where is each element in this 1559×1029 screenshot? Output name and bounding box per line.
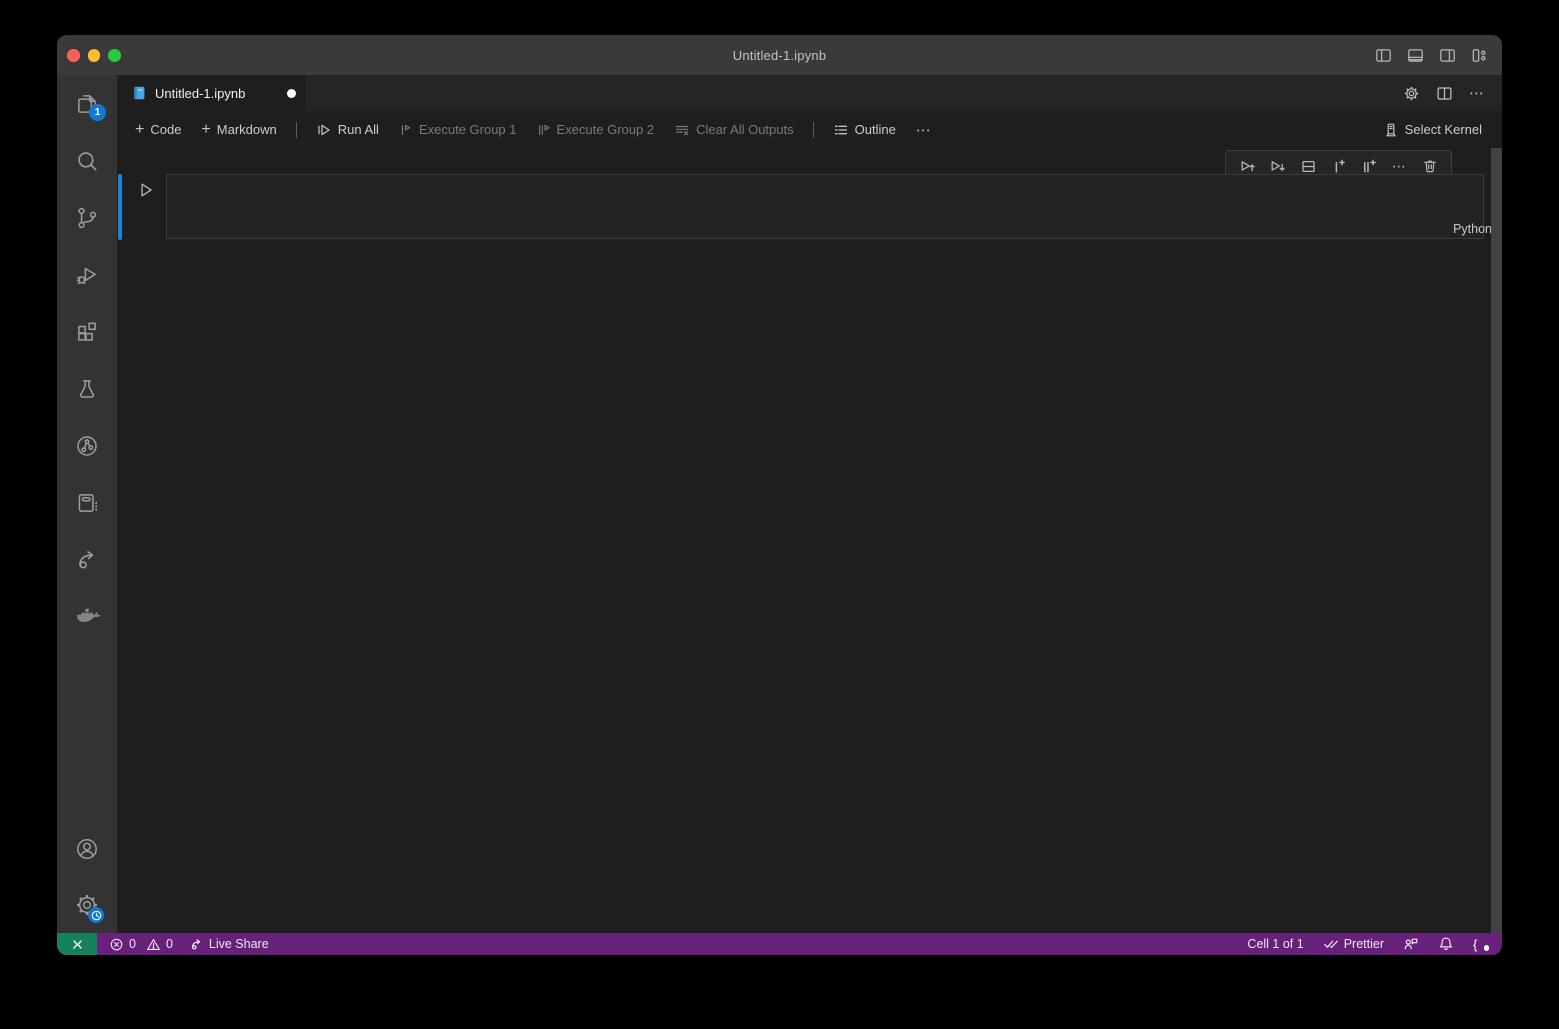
split-editor-icon[interactable]	[1436, 85, 1453, 102]
customize-layout-icon[interactable]	[1471, 47, 1488, 64]
add-code-cell-button[interactable]: + Code	[127, 118, 189, 141]
sidebar-item-docker[interactable]	[57, 588, 117, 645]
sidebar-item-search[interactable]	[57, 132, 117, 189]
warning-icon	[146, 937, 161, 952]
execute-group-1-icon	[399, 123, 413, 137]
clear-outputs-icon	[674, 122, 690, 138]
clear-all-outputs-button[interactable]: Clear All Outputs	[666, 118, 802, 142]
live-share-icon	[74, 547, 100, 573]
toolbar-more-actions-icon[interactable]: ⋯	[908, 117, 940, 143]
cell-language-picker[interactable]: Python	[1453, 222, 1492, 236]
plus-icon: +	[201, 124, 210, 136]
sidebar-item-testing[interactable]	[57, 360, 117, 417]
execute-group-1-button[interactable]: Execute Group 1	[391, 118, 525, 141]
run-all-button[interactable]: Run All	[308, 118, 387, 142]
outline-button[interactable]: Outline	[825, 118, 904, 142]
trash-icon	[1422, 158, 1438, 174]
error-count: 0	[129, 937, 136, 951]
titlebar: Untitled-1.ipynb	[57, 35, 1502, 75]
explorer-badge: 1	[89, 104, 106, 121]
traffic-lights	[67, 49, 121, 62]
live-share-button[interactable]: Live Share	[189, 937, 269, 952]
sidebar-item-run-debug[interactable]	[57, 246, 117, 303]
warning-count: 0	[166, 937, 173, 951]
outline-list-icon	[833, 122, 849, 138]
add-markdown-cell-button[interactable]: + Markdown	[193, 118, 284, 141]
select-kernel-button[interactable]: Select Kernel	[1377, 118, 1488, 142]
search-icon	[74, 148, 100, 174]
notebook-settings-gear-icon[interactable]	[1403, 85, 1420, 102]
docker-whale-icon	[74, 603, 101, 630]
remote-indicator-button[interactable]	[57, 933, 97, 955]
notebook-icon	[74, 490, 100, 516]
remote-icon	[70, 937, 85, 952]
sidebar-item-live-share[interactable]	[57, 531, 117, 588]
activity-bar: 1	[57, 75, 117, 933]
clock-icon	[91, 910, 102, 921]
sidebar-item-notebooks[interactable]	[57, 474, 117, 531]
modified-dot-icon[interactable]	[287, 89, 296, 98]
cell-code-editor[interactable]	[166, 174, 1484, 239]
source-control-icon	[74, 205, 100, 231]
close-window-button[interactable]	[67, 49, 80, 62]
toolbar-separator	[296, 122, 297, 138]
status-bar: 0 0 Live Share Cell 1 of 1 Prettier	[57, 933, 1502, 955]
account-icon	[74, 836, 100, 862]
tab-label: Untitled-1.ipynb	[155, 86, 279, 101]
testing-beaker-icon	[74, 376, 100, 402]
extensions-icon	[74, 319, 100, 345]
tab-bar: Untitled-1.ipynb	[117, 75, 1502, 111]
cell-position-indicator[interactable]: Cell 1 of 1	[1247, 937, 1303, 951]
settings-update-badge	[88, 907, 104, 923]
settings-gear-button[interactable]	[57, 877, 117, 933]
kernel-icon	[1383, 122, 1399, 138]
prettier-status[interactable]: Prettier	[1323, 936, 1384, 952]
run-debug-icon	[74, 262, 100, 288]
minimize-window-button[interactable]	[88, 49, 101, 62]
notifications-bell-icon[interactable]	[1438, 936, 1454, 952]
toolbar-separator	[813, 122, 814, 138]
run-all-icon	[316, 122, 332, 138]
check-all-icon	[1323, 936, 1339, 952]
notebook-file-icon	[131, 85, 147, 101]
toggle-secondary-sidebar-icon[interactable]	[1439, 47, 1456, 64]
sidebar-item-extensions[interactable]	[57, 303, 117, 360]
notebook-editor: ⋯	[117, 148, 1502, 933]
sidebar-item-gitlens[interactable]	[57, 417, 117, 474]
tab-untitled-1-ipynb[interactable]: Untitled-1.ipynb	[117, 75, 306, 111]
editor-more-actions-icon[interactable]: ⋯	[1469, 84, 1485, 102]
window-title: Untitled-1.ipynb	[733, 48, 827, 63]
commit-graph-icon	[74, 433, 100, 459]
error-icon	[109, 937, 124, 952]
zoom-window-button[interactable]	[108, 49, 121, 62]
sidebar-item-source-control[interactable]	[57, 189, 117, 246]
code-cell: Python	[117, 174, 1502, 240]
accounts-button[interactable]	[57, 820, 117, 877]
notebook-scrollbar[interactable]	[1491, 148, 1502, 933]
plus-icon: +	[135, 124, 144, 136]
vscode-window: Untitled-1.ipynb 1	[57, 35, 1502, 955]
execute-group-2-icon	[537, 123, 551, 137]
toggle-primary-sidebar-icon[interactable]	[1375, 47, 1392, 64]
play-icon	[137, 181, 155, 199]
notebook-toolbar: + Code + Markdown Run All	[117, 111, 1502, 148]
formatting-brace-icon[interactable]: {	[1473, 937, 1487, 952]
run-cell-button[interactable]	[137, 181, 155, 199]
problems-indicator[interactable]: 0 0	[109, 937, 173, 952]
feedback-icon[interactable]	[1403, 936, 1419, 952]
live-share-icon	[189, 937, 204, 952]
execute-group-2-button[interactable]: Execute Group 2	[529, 118, 663, 141]
toggle-panel-icon[interactable]	[1407, 47, 1424, 64]
cell-selection-bar[interactable]	[118, 174, 122, 240]
sidebar-item-explorer[interactable]: 1	[57, 75, 117, 132]
